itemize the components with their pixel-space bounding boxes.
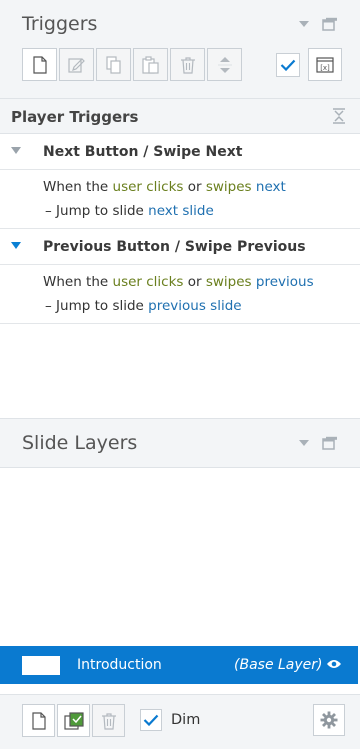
- copy-trigger-button[interactable]: [96, 48, 131, 81]
- trigger-condition: When the user clicks or swipes previous: [43, 274, 314, 290]
- float-window-icon[interactable]: [322, 16, 338, 32]
- layer-settings-button[interactable]: [313, 704, 345, 736]
- edit-icon: [67, 56, 86, 74]
- trigger-target-link[interactable]: next: [256, 179, 286, 195]
- player-triggers-header[interactable]: Player Triggers: [0, 98, 360, 134]
- trigger-action-link[interactable]: swipes: [206, 179, 252, 195]
- delete-trigger-button[interactable]: [170, 48, 205, 81]
- step-dash: –: [45, 298, 52, 314]
- step-text: Jump to slide: [56, 203, 144, 219]
- duplicate-layer-button[interactable]: [57, 704, 90, 737]
- variables-icon: [x]: [316, 56, 334, 73]
- trigger-name: Next Button / Swipe Next: [43, 144, 243, 160]
- layer-row-introduction[interactable]: Introduction (Base Layer): [0, 646, 358, 684]
- triggers-toolbar: [22, 48, 244, 81]
- eye-icon[interactable]: [326, 658, 342, 670]
- trigger-step: – Jump to slide previous slide: [45, 298, 242, 314]
- layers-footer: Dim: [0, 694, 360, 749]
- variables-button[interactable]: [x]: [308, 48, 342, 81]
- new-page-icon: [32, 55, 47, 74]
- connector-text: or: [187, 274, 202, 290]
- collapse-all-icon[interactable]: [333, 108, 345, 124]
- show-triggers-checkbox[interactable]: [276, 52, 300, 77]
- trash-icon: [101, 712, 117, 730]
- gear-icon: [320, 711, 338, 729]
- dim-checkbox[interactable]: [140, 709, 162, 731]
- step-target-link[interactable]: next slide: [148, 203, 214, 219]
- layer-name: Introduction: [77, 657, 162, 673]
- new-layer-button[interactable]: [22, 704, 55, 737]
- move-trigger-button[interactable]: [207, 48, 242, 81]
- trigger-details-previous: When the user clicks or swipes previous …: [0, 265, 360, 324]
- up-down-arrows-icon: [217, 55, 232, 75]
- paste-icon: [141, 55, 160, 74]
- trigger-row-next[interactable]: Next Button / Swipe Next: [0, 134, 360, 170]
- float-window-icon[interactable]: [322, 435, 338, 451]
- new-trigger-button[interactable]: [22, 48, 57, 81]
- edit-trigger-button[interactable]: [59, 48, 94, 81]
- player-triggers-title: Player Triggers: [11, 108, 139, 126]
- trigger-details-next: When the user clicks or swipes next – Ju…: [0, 170, 360, 229]
- expand-arrow-icon[interactable]: [11, 242, 21, 249]
- base-layer-label: (Base Layer): [234, 657, 323, 673]
- duplicate-layer-icon: [63, 711, 84, 730]
- trigger-target-link[interactable]: previous: [256, 274, 314, 290]
- expand-arrow-icon[interactable]: [11, 147, 21, 154]
- trash-icon: [180, 56, 196, 74]
- triggers-panel-title: Triggers: [22, 13, 98, 35]
- step-target-link[interactable]: previous slide: [148, 298, 241, 314]
- layer-thumbnail: [22, 656, 60, 675]
- copy-icon: [105, 55, 123, 74]
- trigger-subject-link[interactable]: user clicks: [113, 179, 184, 195]
- step-text: Jump to slide: [56, 298, 144, 314]
- slide-layers-title: Slide Layers: [22, 432, 138, 454]
- when-prefix: When the: [43, 179, 109, 195]
- delete-layer-button[interactable]: [92, 704, 125, 737]
- collapse-arrow-icon[interactable]: [296, 16, 312, 32]
- trigger-subject-link[interactable]: user clicks: [113, 274, 184, 290]
- trigger-step: – Jump to slide next slide: [45, 203, 214, 219]
- step-dash: –: [45, 203, 52, 219]
- when-prefix: When the: [43, 274, 109, 290]
- trigger-condition: When the user clicks or swipes next: [43, 179, 286, 195]
- collapse-arrow-icon[interactable]: [296, 435, 312, 451]
- trigger-row-previous[interactable]: Previous Button / Swipe Previous: [0, 229, 360, 265]
- layers-toolbar: [22, 704, 127, 737]
- checkmark-icon: [143, 714, 159, 726]
- new-page-icon: [31, 711, 46, 730]
- trigger-name: Previous Button / Swipe Previous: [43, 239, 306, 255]
- paste-trigger-button[interactable]: [133, 48, 168, 81]
- connector-text: or: [187, 179, 202, 195]
- svg-text:[x]: [x]: [320, 64, 330, 72]
- slide-layers-header: Slide Layers: [0, 418, 360, 468]
- triggers-panel-header: Triggers [x]: [0, 0, 360, 98]
- checkmark-icon: [280, 59, 296, 71]
- dim-label: Dim: [171, 712, 201, 728]
- trigger-action-link[interactable]: swipes: [206, 274, 252, 290]
